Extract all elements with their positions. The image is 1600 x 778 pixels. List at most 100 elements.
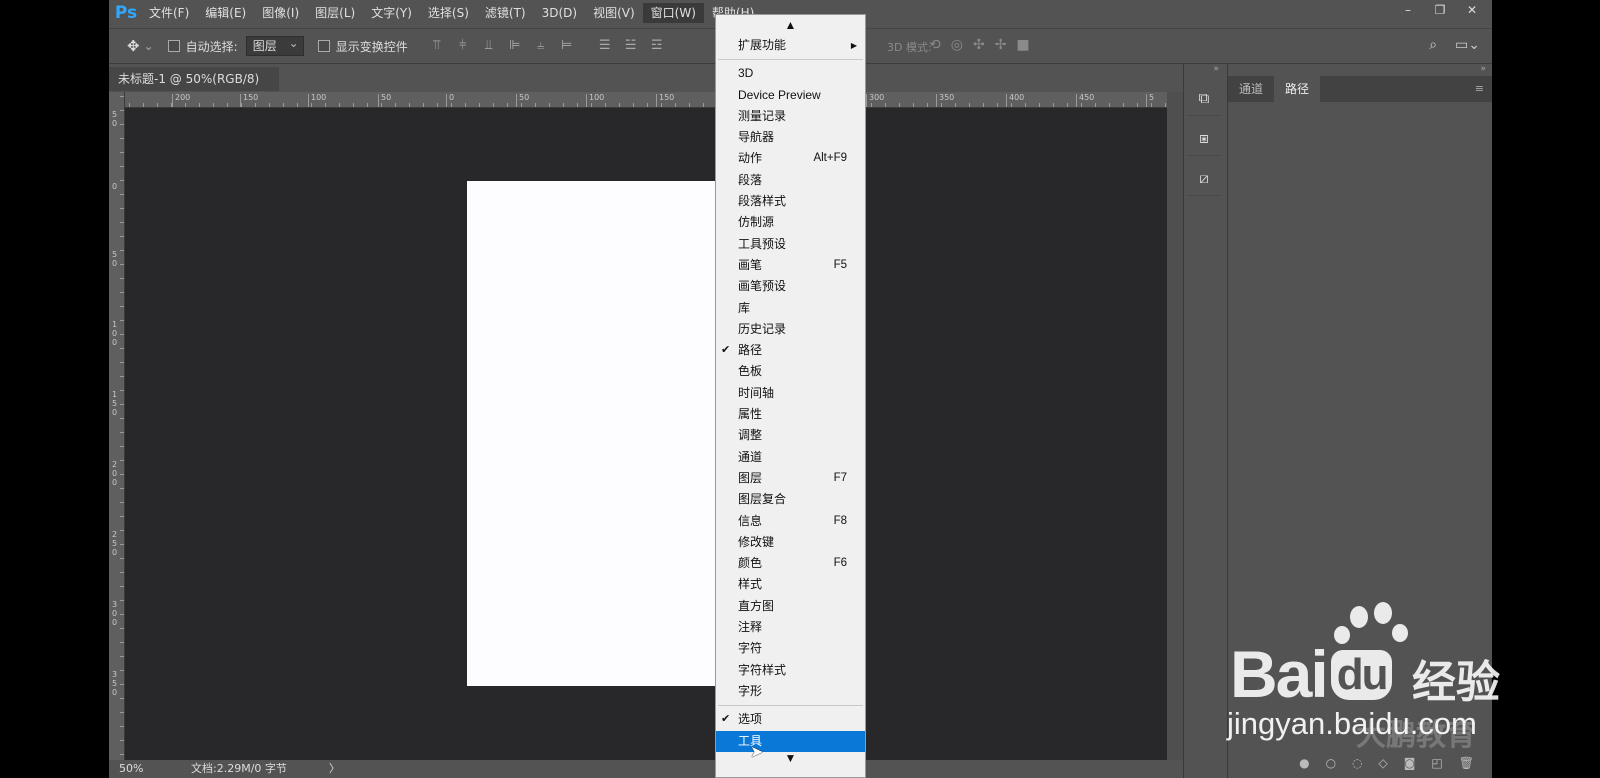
expand-icon[interactable]: »	[1228, 64, 1492, 76]
window-menu-item[interactable]: 图层复合	[716, 489, 865, 510]
properties-panel-icon[interactable]: ⧆	[1187, 120, 1221, 156]
add-mask-icon[interactable]: ◙	[1404, 756, 1416, 770]
menu-6[interactable]: 滤镜(T)	[477, 3, 534, 23]
window-menu-item[interactable]: 3D	[716, 63, 865, 84]
window-menu-item[interactable]: 色板	[716, 361, 865, 382]
ruler-minor-tick	[120, 376, 124, 377]
tab-channels[interactable]: 通道	[1228, 76, 1274, 102]
window-menu-item[interactable]: 字符样式	[716, 660, 865, 681]
vertical-scrollbar[interactable]	[1167, 92, 1183, 760]
window-menu-item[interactable]: 画笔 F5	[716, 255, 865, 276]
3d-rotate-icon[interactable]: ⟲	[929, 37, 941, 53]
window-menu-item[interactable]: 工具预设	[716, 234, 865, 255]
menu-2[interactable]: 图像(I)	[254, 3, 307, 23]
make-path-icon[interactable]: ◇	[1379, 756, 1388, 770]
window-menu-item[interactable]: 字符	[716, 638, 865, 659]
window-menu-item[interactable]: 属性	[716, 404, 865, 425]
menu-4[interactable]: 文字(Y)	[363, 3, 420, 23]
scroll-up-arrow[interactable]: ▲	[716, 15, 865, 35]
move-tool-preset[interactable]: ✥ ⌄	[127, 37, 154, 55]
auto-select-checkbox[interactable]: 自动选择:	[167, 38, 238, 55]
new-path-icon[interactable]: ◰	[1431, 756, 1442, 770]
align-right-icon[interactable]: ⊨	[558, 37, 576, 55]
align-bottom-icon[interactable]: ⫫	[480, 37, 498, 55]
fill-path-icon[interactable]: ●	[1299, 756, 1309, 770]
3d-drag-icon[interactable]: ✣	[973, 37, 985, 53]
menu-1[interactable]: 编辑(E)	[197, 3, 254, 23]
window-menu-item[interactable]: 直方图	[716, 596, 865, 617]
menu-item-label: 字符样式	[738, 662, 787, 677]
window-menu-item[interactable]: 图层 F7	[716, 468, 865, 489]
window-menu-item[interactable]: 信息 F8	[716, 511, 865, 532]
ruler-minor-tick	[171, 103, 172, 107]
window-menu-item[interactable]: 修改键	[716, 532, 865, 553]
menu-5[interactable]: 选择(S)	[420, 3, 477, 23]
document-canvas[interactable]	[467, 181, 737, 686]
canvas-pasteboard[interactable]	[125, 108, 1167, 760]
window-menu-item[interactable]: 动作 Alt+F9	[716, 148, 865, 169]
collapse-icon[interactable]: »	[1184, 64, 1223, 76]
ruler-minor-tick	[120, 390, 124, 391]
align-top-icon[interactable]: ⫪	[428, 37, 446, 55]
window-menu-item[interactable]: 扩展功能 ▶	[716, 35, 865, 56]
window-menu-item[interactable]: 时间轴	[716, 383, 865, 404]
window-menu-item[interactable]: 工具	[716, 730, 865, 752]
window-menu-item[interactable]: 颜色 F6	[716, 553, 865, 574]
window-menu-item[interactable]: Device Preview	[716, 85, 865, 106]
mode-3d-label: 3D 模式:	[887, 41, 932, 54]
distribute-top-icon[interactable]: ☰	[596, 37, 614, 55]
menu-0[interactable]: 文件(F)	[141, 3, 197, 23]
scroll-down-arrow[interactable]: ▼	[716, 752, 865, 766]
close-button[interactable]: ✕	[1456, 0, 1488, 20]
history-panel-icon[interactable]: ⧉	[1187, 80, 1221, 116]
minimize-button[interactable]: –	[1392, 0, 1424, 20]
restore-button[interactable]: ❐	[1424, 0, 1456, 20]
auto-select-dropdown[interactable]: 图层	[245, 34, 304, 56]
workspace-icon[interactable]: ▭⌄	[1455, 37, 1480, 53]
ruler-minor-tick	[120, 726, 124, 727]
align-vcenter-icon[interactable]: ⫩	[454, 37, 472, 55]
status-menu-arrow[interactable]: 〉	[329, 760, 340, 778]
character-panel-icon[interactable]: ⧄	[1187, 160, 1221, 196]
window-menu-item[interactable]: 样式	[716, 574, 865, 595]
vertical-ruler[interactable]: 5 0 0 5 0 1 0 0 1 5 0 2 0 0 2 5 0 3 0 0 3 5 0	[109, 92, 125, 760]
window-menu-item[interactable]: 注释	[716, 617, 865, 638]
window-menu-item[interactable]: 段落样式	[716, 191, 865, 212]
distribute-vcenter-icon[interactable]: ☱	[622, 37, 640, 55]
align-hcenter-icon[interactable]: ⫨	[532, 37, 550, 55]
stroke-path-icon[interactable]: ○	[1326, 756, 1336, 770]
zoom-level[interactable]: 50%	[119, 760, 143, 778]
tab-paths[interactable]: 路径	[1274, 76, 1321, 102]
3d-roll-icon[interactable]: ◎	[951, 37, 963, 53]
show-transform-label: 显示变换控件	[335, 39, 408, 54]
menu-3[interactable]: 图层(L)	[307, 3, 363, 23]
window-menu-item[interactable]: ✔ 选项	[716, 709, 865, 730]
window-menu-item[interactable]: 字形	[716, 681, 865, 702]
window-menu-item[interactable]: 调整	[716, 425, 865, 446]
document-tab[interactable]: 未标题-1 @ 50%(RGB/8) ×	[109, 67, 279, 110]
3d-slide-icon[interactable]: ✢	[995, 37, 1007, 53]
horizontal-ruler[interactable]: 200 150 100 50 0 50 100 150 300 350 400 450 5	[125, 92, 1175, 108]
panel-menu-icon[interactable]: ≡	[1475, 82, 1484, 95]
menu-item-label: 颜色	[738, 556, 763, 571]
menu-item-label: 选项	[738, 712, 763, 727]
trash-icon[interactable]: 🗑	[1459, 756, 1474, 770]
distribute-bottom-icon[interactable]: ☲	[648, 37, 666, 55]
show-transform-checkbox[interactable]: 显示变换控件	[317, 38, 408, 55]
window-menu-item[interactable]: 测量记录	[716, 106, 865, 127]
window-menu-item[interactable]: 导航器	[716, 127, 865, 148]
window-menu-item[interactable]: 历史记录	[716, 319, 865, 340]
window-menu-item[interactable]: 库	[716, 298, 865, 319]
menu-9[interactable]: 窗口(W)	[642, 3, 704, 23]
menu-7[interactable]: 3D(D)	[534, 3, 585, 23]
window-menu-item[interactable]: ✔ 路径	[716, 340, 865, 361]
load-selection-icon[interactable]: ◌	[1352, 756, 1362, 770]
window-menu-item[interactable]: 画笔预设	[716, 276, 865, 297]
window-menu-item[interactable]: 段落	[716, 170, 865, 191]
3d-scale-icon[interactable]: ■	[1016, 37, 1029, 53]
window-menu-item[interactable]: 通道	[716, 447, 865, 468]
align-left-icon[interactable]: ⊫	[506, 37, 524, 55]
search-icon[interactable]: ⌕	[1429, 37, 1437, 53]
window-menu-item[interactable]: 仿制源	[716, 212, 865, 233]
menu-8[interactable]: 视图(V)	[585, 3, 643, 23]
